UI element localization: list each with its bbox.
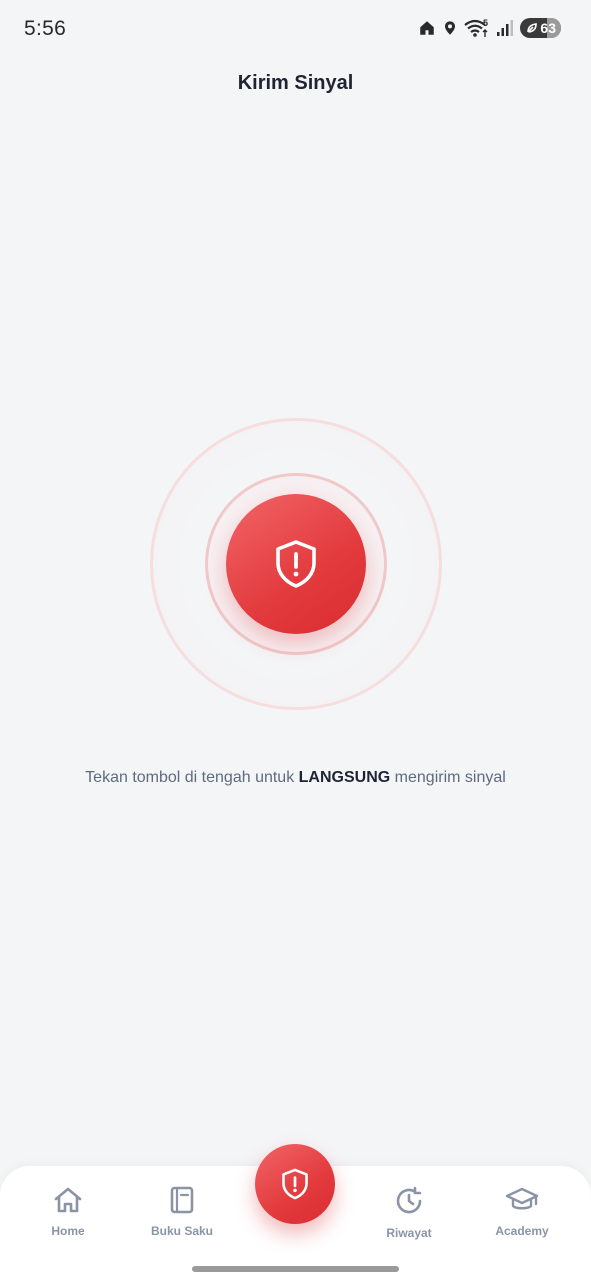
nav-item-home[interactable]: Home xyxy=(18,1186,118,1238)
book-icon xyxy=(170,1186,194,1214)
sos-area xyxy=(150,418,442,710)
home-status-icon xyxy=(420,21,435,35)
home-icon xyxy=(54,1187,82,1213)
screen: 5:56 5 63 Kirim Sinyal Tekan tombol di t… xyxy=(0,0,591,1280)
nav-item-riwayat[interactable]: Riwayat xyxy=(359,1186,459,1240)
location-icon xyxy=(445,21,456,35)
nav-label-buku-saku: Buku Saku xyxy=(150,1224,213,1238)
nav-label-home: Home xyxy=(51,1224,85,1238)
instruction-text: Tekan tombol di tengah untuk LANGSUNG me… xyxy=(0,769,591,787)
nav-sos-button[interactable] xyxy=(255,1144,335,1224)
send-signal-button[interactable] xyxy=(226,494,366,634)
status-bar: 5:56 5 63 xyxy=(0,0,591,58)
nav-item-buku-saku[interactable]: Buku Saku xyxy=(132,1186,232,1238)
wifi-generation-label: 5 xyxy=(483,18,488,28)
graduation-cap-icon xyxy=(505,1187,539,1210)
shield-alert-icon xyxy=(276,540,316,588)
signal-icon xyxy=(497,20,514,36)
battery-level: 63 xyxy=(540,20,556,36)
instruction-prefix: Tekan tombol di tengah untuk xyxy=(85,769,299,786)
nav-label-academy: Academy xyxy=(495,1224,549,1238)
status-time: 5:56 xyxy=(24,17,67,40)
nav-label-riwayat: Riwayat xyxy=(386,1226,432,1240)
instruction-suffix: mengirim sinyal xyxy=(390,769,506,786)
wifi-icon: 5 xyxy=(464,18,488,37)
instruction-emphasis: LANGSUNG xyxy=(298,769,391,786)
nav-item-academy[interactable]: Academy xyxy=(472,1186,572,1238)
status-icons: 5 63 xyxy=(418,18,561,38)
home-indicator[interactable] xyxy=(192,1266,399,1272)
history-icon xyxy=(396,1186,422,1214)
battery-saver-icon xyxy=(527,23,538,33)
battery-indicator: 63 xyxy=(520,18,561,38)
shield-alert-icon xyxy=(282,1168,308,1200)
page-title: Kirim Sinyal xyxy=(237,72,354,94)
